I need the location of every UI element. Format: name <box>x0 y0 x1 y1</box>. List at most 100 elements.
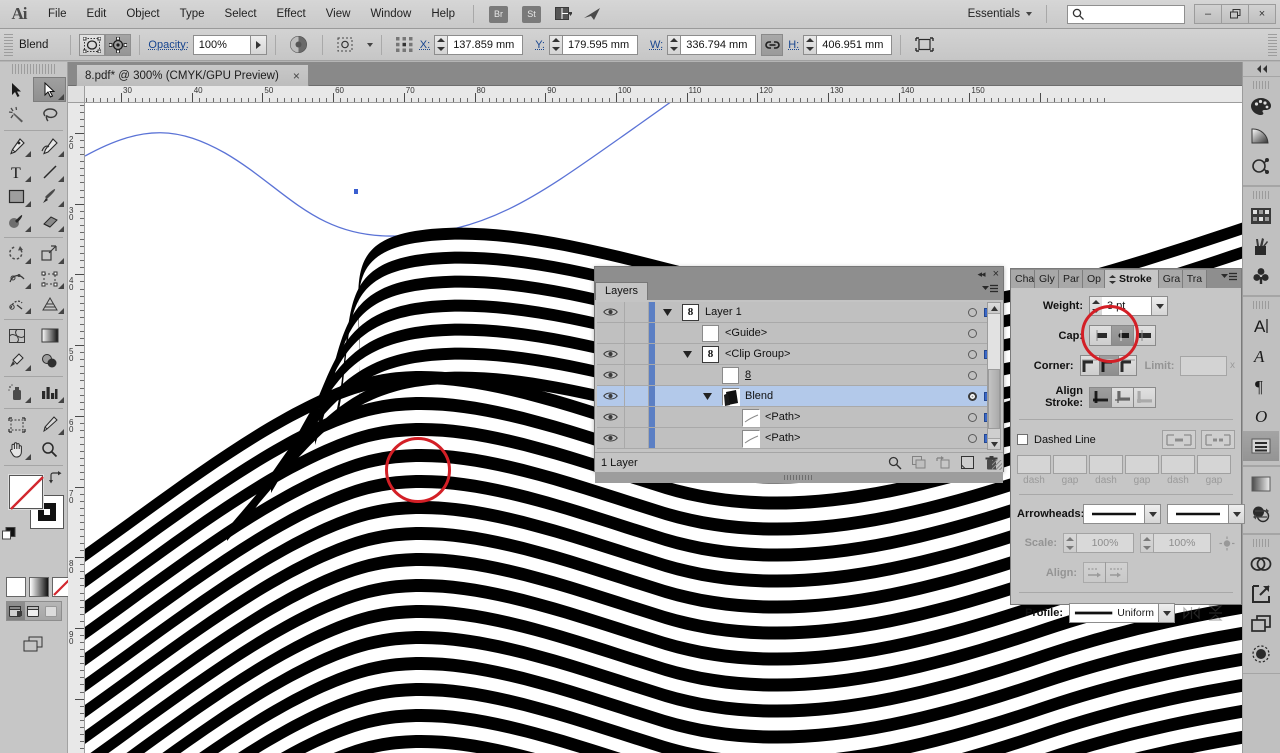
swap-fill-stroke-icon[interactable] <box>49 471 62 484</box>
color-icon[interactable] <box>1243 91 1279 121</box>
normal-screen-mode-button[interactable] <box>7 602 25 620</box>
gradient-icon[interactable] <box>1243 469 1279 499</box>
gap-field-3[interactable] <box>1197 455 1231 474</box>
x-label[interactable]: X: <box>420 39 430 51</box>
layer-row[interactable]: Blend <box>597 386 1001 407</box>
layer-visibility-toggle[interactable] <box>597 365 625 385</box>
flip-across-icon[interactable] <box>1183 606 1200 620</box>
curvature-tool[interactable] <box>33 134 66 159</box>
menu-view[interactable]: View <box>316 0 361 28</box>
tab-character[interactable]: Cha <box>1011 270 1035 288</box>
swatches-icon[interactable] <box>1243 201 1279 231</box>
x-stepper[interactable] <box>434 34 448 55</box>
layer-target-indicator[interactable] <box>968 391 977 401</box>
chevron-down-icon[interactable] <box>366 42 373 47</box>
layer-target-indicator[interactable] <box>968 412 977 422</box>
opacity-input[interactable]: 100% <box>192 34 251 55</box>
rotate-tool[interactable] <box>0 241 33 266</box>
collapse-panel-icon[interactable]: ◂◂ <box>978 269 986 280</box>
h-label[interactable]: H: <box>788 39 799 51</box>
layer-row[interactable]: 8 <box>597 365 1001 386</box>
document-tab[interactable]: 8.pdf* @ 300% (CMYK/GPU Preview) × <box>76 64 309 86</box>
y-stepper[interactable] <box>548 34 562 55</box>
artboard-tool[interactable] <box>0 412 33 437</box>
gradient-swatch-button[interactable] <box>29 577 49 597</box>
h-stepper[interactable] <box>803 34 817 55</box>
layer-row[interactable]: <Path> <box>597 407 1001 428</box>
behance-icon[interactable] <box>581 4 605 24</box>
w-input[interactable]: 336.794 mm <box>680 34 757 55</box>
color-swatch-button[interactable] <box>6 577 26 597</box>
layer-visibility-toggle[interactable] <box>597 407 625 427</box>
profile-dropdown[interactable] <box>1159 603 1175 623</box>
constrain-proportions-icon[interactable] <box>761 33 784 56</box>
panel-menu-icon[interactable] <box>982 284 998 294</box>
layer-row[interactable]: 8 <Clip Group> <box>597 344 1001 365</box>
dock-group-grip[interactable] <box>1253 81 1270 89</box>
layer-target-indicator[interactable] <box>968 328 977 338</box>
eyedropper-tool[interactable] <box>0 348 33 373</box>
panel-drag-grip[interactable] <box>595 472 1003 483</box>
dashed-line-checkbox[interactable] <box>1017 434 1028 445</box>
layers-scrollbar[interactable] <box>987 302 1001 450</box>
vertical-ruler[interactable]: 20 30 40 50 60 70 80 90 <box>68 103 85 753</box>
layer-row[interactable]: 8 Layer 1 <box>597 302 1001 323</box>
arrange-documents-icon[interactable] <box>551 4 575 24</box>
transform-panel-icon[interactable] <box>912 35 936 55</box>
x-input[interactable]: 137.859 mm <box>447 34 524 55</box>
layers-panel[interactable]: ◂◂ × Layers 8 Layer 1 <Guide> 8 <Clip Group>… <box>594 266 1004 483</box>
close-tab-icon[interactable]: × <box>293 69 300 83</box>
full-screen-mode-button[interactable] <box>43 602 61 620</box>
tab-opacity[interactable]: Op <box>1083 270 1105 288</box>
tab-layers[interactable]: Layers <box>595 282 649 300</box>
menu-type[interactable]: Type <box>170 0 215 28</box>
layer-lock-toggle[interactable] <box>625 428 649 448</box>
dash-field-3[interactable] <box>1161 455 1195 474</box>
y-input[interactable]: 179.595 mm <box>561 34 638 55</box>
limit-input[interactable] <box>1180 355 1227 376</box>
layer-lock-toggle[interactable] <box>625 344 649 364</box>
menu-object[interactable]: Object <box>116 0 169 28</box>
flip-along-icon[interactable] <box>1208 605 1223 621</box>
layer-name-cell[interactable]: 8 <box>657 366 968 384</box>
layer-lock-toggle[interactable] <box>625 365 649 385</box>
layer-name-cell[interactable]: <Path> <box>657 429 968 448</box>
color-guide-icon[interactable] <box>1243 121 1279 151</box>
extend-arrow-icon[interactable] <box>1083 562 1106 583</box>
paintbrush-tool[interactable] <box>33 184 66 209</box>
dash-field-2[interactable] <box>1089 455 1123 474</box>
export-icon[interactable] <box>1243 579 1279 609</box>
panel-resize-grip[interactable] <box>992 460 1002 470</box>
tab-transparency[interactable]: Tra <box>1182 270 1207 288</box>
close-panel-icon[interactable]: × <box>993 269 999 280</box>
menu-help[interactable]: Help <box>421 0 465 28</box>
layer-visibility-toggle[interactable] <box>597 428 625 448</box>
blend-tool[interactable] <box>33 348 66 373</box>
menu-edit[interactable]: Edit <box>77 0 117 28</box>
zoom-tool[interactable] <box>33 437 66 462</box>
h-input[interactable]: 406.951 mm <box>816 34 893 55</box>
y-label[interactable]: Y: <box>535 39 545 51</box>
locate-object-icon[interactable] <box>883 454 907 472</box>
blend-mode-icon[interactable] <box>287 35 311 55</box>
link-scale-icon[interactable] <box>1219 536 1235 551</box>
layer-visibility-toggle[interactable] <box>597 386 625 406</box>
gradient-tool[interactable] <box>33 323 66 348</box>
dash-field-1[interactable] <box>1017 455 1051 474</box>
dash-align-icon[interactable] <box>1201 430 1235 449</box>
scale-start-stepper[interactable] <box>1063 533 1076 553</box>
align-stroke-outside-icon[interactable] <box>1133 386 1156 408</box>
arrange-documents-button[interactable] <box>20 633 48 655</box>
scale-end-input[interactable]: 100% <box>1153 533 1211 553</box>
align-reference-icon[interactable] <box>393 35 417 55</box>
menu-effect[interactable]: Effect <box>267 0 316 28</box>
full-screen-menubar-mode-button[interactable] <box>25 602 43 620</box>
bounding-box-transform-button[interactable] <box>79 33 106 56</box>
layer-lock-toggle[interactable] <box>625 323 649 343</box>
dock-group-grip[interactable] <box>1253 191 1270 199</box>
brushes-icon[interactable] <box>1243 231 1279 261</box>
layer-name-cell[interactable]: <Path> <box>657 408 968 427</box>
line-segment-tool[interactable] <box>33 159 66 184</box>
minimize-button[interactable]: – <box>1194 4 1222 24</box>
character-icon[interactable]: A <box>1243 311 1279 341</box>
